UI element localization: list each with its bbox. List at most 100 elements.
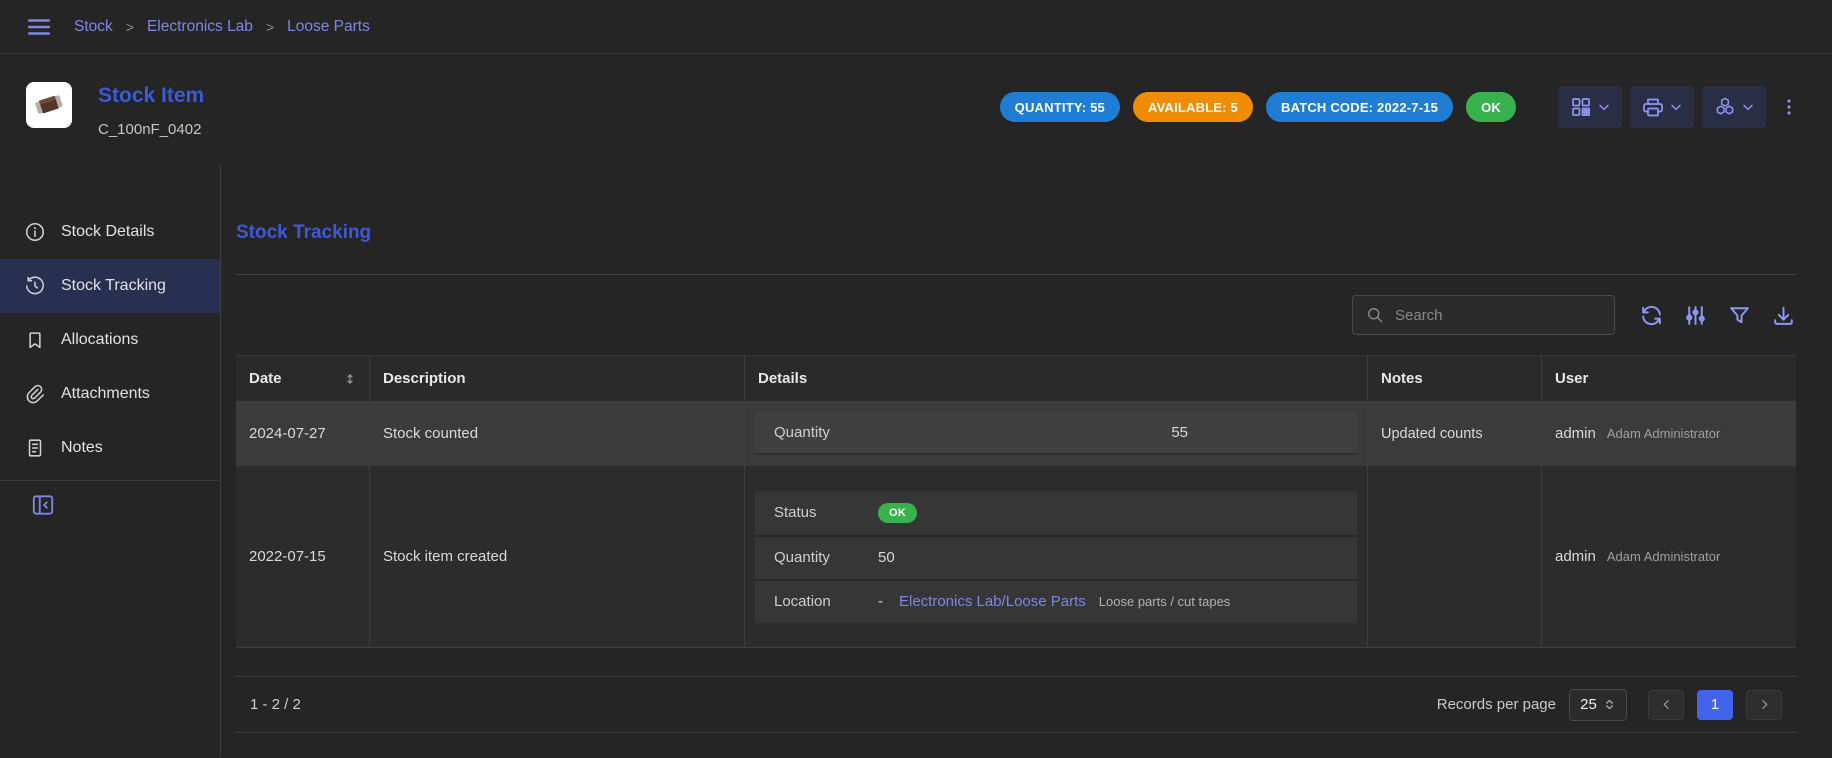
select-stepper-icon bbox=[1603, 698, 1616, 711]
sidebar-item-notes[interactable]: Notes bbox=[0, 421, 220, 475]
breadcrumb-electronics-lab[interactable]: Electronics Lab bbox=[147, 18, 253, 36]
bookmark-icon bbox=[24, 329, 46, 351]
table-header-row: Date Description Details Notes User bbox=[236, 356, 1796, 402]
filter-button[interactable] bbox=[1727, 303, 1752, 328]
table-toolbar bbox=[236, 295, 1796, 335]
notes-icon bbox=[24, 437, 46, 459]
packages-icon bbox=[1713, 95, 1737, 119]
column-header-date[interactable]: Date bbox=[236, 356, 370, 401]
download-button[interactable] bbox=[1771, 303, 1796, 328]
sidebar-item-attachments[interactable]: Attachments bbox=[0, 367, 220, 421]
sidebar-item-label: Attachments bbox=[61, 385, 150, 403]
cell-user: admin Adam Administrator bbox=[1542, 402, 1796, 465]
header-actions bbox=[1558, 86, 1804, 128]
stock-operations-button[interactable] bbox=[1702, 86, 1766, 128]
cell-details: Quantity 55 bbox=[745, 402, 1368, 465]
stock-tracking-panel: Stock Tracking bbox=[221, 164, 1832, 757]
refresh-icon bbox=[1639, 303, 1664, 328]
printer-icon bbox=[1641, 95, 1665, 119]
search-box bbox=[1352, 295, 1615, 335]
chevron-right-icon bbox=[1757, 697, 1772, 712]
breadcrumb: Stock > Electronics Lab > Loose Parts bbox=[74, 18, 370, 36]
detail-quantity: Quantity 55 bbox=[755, 412, 1357, 455]
table-row[interactable]: 2024-07-27 Stock counted Quantity 55 Upd… bbox=[236, 402, 1796, 466]
cell-date: 2022-07-15 bbox=[236, 466, 370, 647]
cell-details: Status OK Quantity 50 Location - Electro… bbox=[745, 466, 1368, 647]
status-badges: QUANTITY: 55 AVAILABLE: 5 BATCH CODE: 20… bbox=[1000, 92, 1516, 122]
qrcode-icon bbox=[1569, 95, 1593, 119]
sidebar-item-stock-tracking[interactable]: Stock Tracking bbox=[0, 259, 220, 313]
sidebar-collapse-icon bbox=[30, 492, 56, 518]
refresh-button[interactable] bbox=[1639, 303, 1664, 328]
quantity-badge: QUANTITY: 55 bbox=[1000, 92, 1120, 122]
status-ok-badge: OK bbox=[878, 503, 917, 523]
filter-icon bbox=[1727, 303, 1752, 328]
detail-status: Status OK bbox=[755, 491, 1357, 535]
detail-quantity: Quantity 50 bbox=[755, 535, 1357, 579]
sidebar-divider bbox=[0, 480, 220, 481]
column-header-user: User bbox=[1542, 356, 1796, 401]
menu-hamburger-icon[interactable] bbox=[26, 14, 52, 40]
sidebar-item-stock-details[interactable]: Stock Details bbox=[0, 205, 220, 259]
sidebar-item-label: Stock Tracking bbox=[61, 277, 166, 295]
sidebar-item-label: Allocations bbox=[61, 331, 138, 349]
adjustments-icon bbox=[1683, 303, 1708, 328]
stock-item-name: C_100nF_0402 bbox=[98, 121, 204, 138]
batch-code-badge: BATCH CODE: 2022-7-15 bbox=[1266, 92, 1453, 122]
location-description: Loose parts / cut tapes bbox=[1099, 594, 1231, 609]
quantity-value: 50 bbox=[878, 549, 895, 566]
username: admin bbox=[1555, 548, 1596, 565]
chevron-down-icon bbox=[1740, 99, 1756, 115]
record-range: 1 - 2 / 2 bbox=[250, 696, 301, 713]
table-spacer bbox=[236, 648, 1796, 676]
previous-page-button[interactable] bbox=[1648, 690, 1684, 720]
cell-date: 2024-07-27 bbox=[236, 402, 370, 465]
quantity-value: 55 bbox=[878, 424, 1188, 441]
table-row[interactable]: 2022-07-15 Stock item created Status OK … bbox=[236, 466, 1796, 648]
cell-description: Stock counted bbox=[370, 402, 745, 465]
history-icon bbox=[24, 275, 46, 297]
chevron-down-icon bbox=[1596, 99, 1612, 115]
cell-user: admin Adam Administrator bbox=[1542, 466, 1796, 647]
pagination: Records per page 25 1 bbox=[1437, 689, 1782, 721]
panel-divider bbox=[236, 274, 1796, 275]
cell-description: Stock item created bbox=[370, 466, 745, 647]
print-actions-button[interactable] bbox=[1630, 86, 1694, 128]
part-thumbnail[interactable] bbox=[26, 82, 72, 128]
stock-tracking-table: Date Description Details Notes User 2024… bbox=[236, 355, 1796, 733]
table-columns-button[interactable] bbox=[1683, 303, 1708, 328]
column-header-details: Details bbox=[745, 356, 1368, 401]
username: admin bbox=[1555, 425, 1596, 442]
breadcrumb-separator: > bbox=[126, 19, 134, 35]
location-link[interactable]: Electronics Lab/Loose Parts bbox=[899, 593, 1086, 610]
user-fullname: Adam Administrator bbox=[1607, 549, 1720, 564]
stock-item-header: Stock Item C_100nF_0402 QUANTITY: 55 AVA… bbox=[0, 54, 1832, 164]
location-dash: - bbox=[878, 593, 883, 610]
more-options-button[interactable] bbox=[1774, 86, 1804, 128]
page-size-select[interactable]: 25 bbox=[1569, 689, 1627, 721]
sidebar-item-allocations[interactable]: Allocations bbox=[0, 313, 220, 367]
cell-notes bbox=[1368, 466, 1542, 647]
cell-notes: Updated counts bbox=[1368, 402, 1542, 465]
breadcrumb-loose-parts[interactable]: Loose Parts bbox=[287, 18, 370, 36]
sort-icon bbox=[343, 372, 357, 386]
breadcrumb-separator: > bbox=[266, 19, 274, 35]
paperclip-icon bbox=[24, 383, 46, 405]
download-icon bbox=[1771, 303, 1796, 328]
page-1-button[interactable]: 1 bbox=[1697, 690, 1733, 720]
panel-title: Stock Tracking bbox=[236, 222, 1796, 244]
barcode-actions-button[interactable] bbox=[1558, 86, 1622, 128]
search-icon bbox=[1365, 305, 1385, 325]
column-header-notes: Notes bbox=[1368, 356, 1542, 401]
status-ok-badge: OK bbox=[1466, 92, 1516, 122]
breadcrumb-stock[interactable]: Stock bbox=[74, 18, 113, 36]
records-per-page-label: Records per page bbox=[1437, 696, 1556, 713]
sidebar-collapse-button[interactable] bbox=[30, 492, 56, 518]
available-badge: AVAILABLE: 5 bbox=[1133, 92, 1253, 122]
stock-item-sidebar: Stock Details Stock Tracking Allocations… bbox=[0, 164, 221, 757]
sidebar-item-label: Notes bbox=[61, 439, 103, 457]
next-page-button[interactable] bbox=[1746, 690, 1782, 720]
search-input[interactable] bbox=[1395, 307, 1602, 324]
column-header-description: Description bbox=[370, 356, 745, 401]
chevron-down-icon bbox=[1668, 99, 1684, 115]
